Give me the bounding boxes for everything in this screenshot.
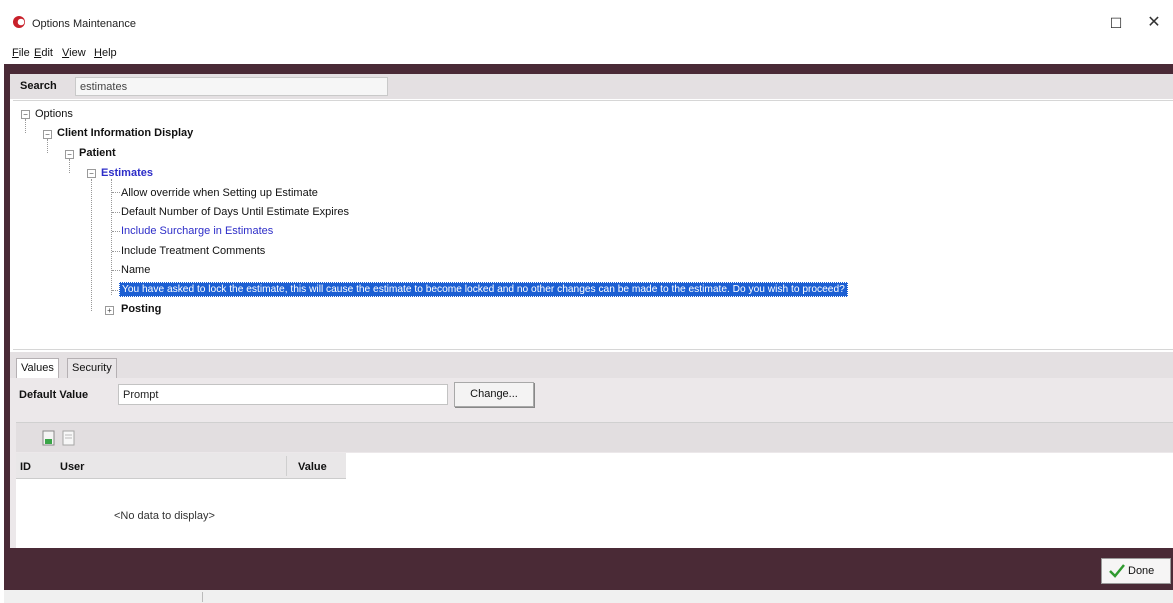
tree-node-options[interactable]: Options	[35, 108, 73, 120]
column-header-user[interactable]: User	[60, 461, 84, 473]
tree-connector	[112, 231, 120, 232]
done-button[interactable]: Done	[1101, 558, 1171, 584]
column-separator	[286, 456, 287, 476]
tree-connector	[112, 251, 120, 252]
tree-node-posting[interactable]: Posting	[121, 303, 161, 315]
menu-bar: File Edit View Help	[0, 38, 1173, 64]
delete-record-icon[interactable]	[62, 430, 76, 446]
expand-toggle[interactable]: +	[105, 306, 114, 315]
tree-node-client-information-display[interactable]: Client Information Display	[57, 127, 193, 139]
options-maintenance-window: Options Maintenance ☐ ✕ File Edit View H…	[0, 0, 1173, 603]
collapse-toggle[interactable]: −	[43, 130, 52, 139]
add-record-icon[interactable]	[42, 430, 56, 446]
collapse-toggle[interactable]: −	[21, 110, 30, 119]
tree-item-allow-override[interactable]: Allow override when Setting up Estimate	[121, 187, 318, 199]
tree-connector	[91, 179, 92, 311]
collapse-toggle[interactable]: −	[65, 150, 74, 159]
default-value-label: Default Value	[19, 389, 89, 401]
no-data-message: <No data to display>	[114, 510, 215, 522]
column-header-id[interactable]: ID	[20, 461, 31, 473]
search-bar: Search	[10, 74, 1173, 99]
values-panel: Default Value Change... ID User Value <N…	[10, 378, 1173, 548]
default-value-field[interactable]	[118, 384, 448, 405]
tree-connector	[111, 179, 112, 295]
tree-node-patient[interactable]: Patient	[79, 147, 116, 159]
tree-item-include-treatment-comments[interactable]: Include Treatment Comments	[121, 245, 265, 257]
collapse-toggle[interactable]: −	[87, 169, 96, 178]
title-bar: Options Maintenance ☐ ✕	[0, 0, 1173, 38]
column-header-value[interactable]: Value	[298, 461, 327, 473]
menu-help[interactable]: Help	[94, 47, 117, 59]
tree-connector	[112, 192, 120, 193]
search-input[interactable]	[75, 77, 388, 96]
tree-connector	[112, 270, 120, 271]
frame-border-top	[4, 64, 1173, 74]
menu-file[interactable]: File	[12, 47, 30, 59]
grid-toolbar	[16, 422, 1173, 452]
tree-connector	[25, 119, 26, 133]
window-title: Options Maintenance	[32, 18, 136, 30]
tree-item-default-days[interactable]: Default Number of Days Until Estimate Ex…	[121, 206, 349, 218]
tree-connector	[112, 212, 120, 213]
search-label: Search	[20, 80, 57, 92]
frame-border-bottom	[4, 548, 1173, 590]
options-tree[interactable]: − Options − Client Information Display −…	[13, 100, 1173, 350]
tab-values[interactable]: Values	[16, 358, 59, 378]
change-button[interactable]: Change...	[454, 382, 534, 407]
status-bar	[4, 590, 1173, 603]
tree-item-include-surcharge[interactable]: Include Surcharge in Estimates	[121, 225, 273, 237]
status-separator	[202, 592, 203, 602]
tree-connector	[69, 159, 70, 173]
maximize-button[interactable]: ☐	[1096, 10, 1136, 36]
close-button[interactable]: ✕	[1134, 10, 1173, 36]
tree-connector	[47, 139, 48, 153]
done-label: Done	[1128, 565, 1155, 577]
tree-node-estimates[interactable]: Estimates	[101, 167, 153, 179]
checkmark-icon	[1109, 564, 1125, 578]
tree-item-name[interactable]: Name	[121, 264, 150, 276]
app-logo-icon	[13, 16, 25, 28]
grid-header: ID User Value	[16, 453, 346, 479]
tree-item-lock-estimate-prompt[interactable]: You have asked to lock the estimate, thi…	[119, 282, 848, 297]
values-grid[interactable]: ID User Value <No data to display>	[16, 453, 1173, 548]
tab-security[interactable]: Security	[67, 358, 117, 378]
menu-edit[interactable]: Edit	[34, 47, 53, 59]
menu-view[interactable]: View	[62, 47, 86, 59]
tab-strip: Values Security	[10, 352, 1173, 378]
